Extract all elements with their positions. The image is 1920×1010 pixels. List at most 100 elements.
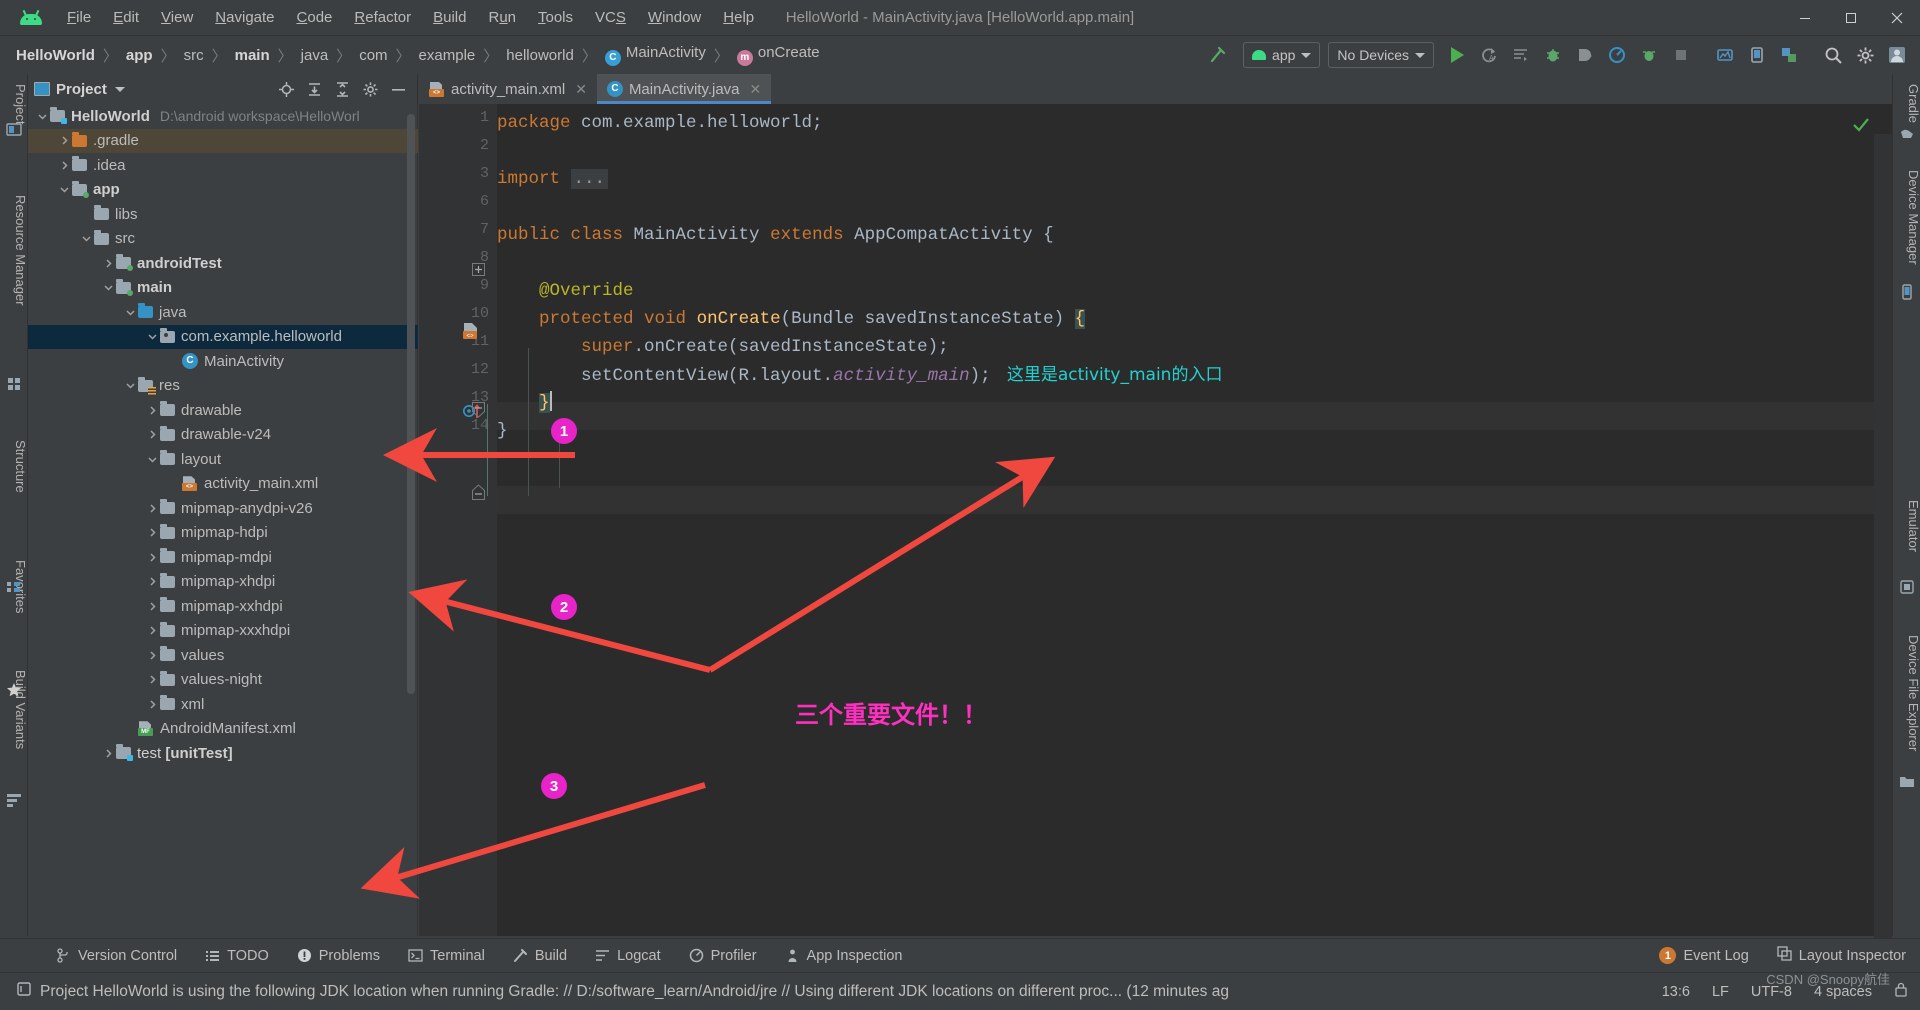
- breadcrumb-item-example[interactable]: example: [415, 45, 480, 66]
- collapse-all-icon[interactable]: [329, 77, 355, 101]
- project-tree-scrollbar[interactable]: [407, 114, 415, 694]
- tree-node-androidtest[interactable]: androidTest: [28, 251, 418, 276]
- chevron-right-icon[interactable]: [144, 623, 160, 639]
- menu-item-help[interactable]: Help: [712, 5, 765, 30]
- search-icon[interactable]: [1818, 41, 1848, 69]
- code-editor[interactable]: 1 2 3 6 7 8 9 10 11 12 13 14 <> package …: [419, 104, 1892, 966]
- lock-icon[interactable]: [1894, 982, 1908, 1001]
- fold-collapse-top-icon[interactable]: [472, 402, 485, 423]
- chevron-right-icon[interactable]: [100, 745, 116, 761]
- chevron-down-icon[interactable]: [122, 304, 138, 320]
- breadcrumb-item-mainactivity[interactable]: C MainActivity: [601, 42, 710, 68]
- debug-icon[interactable]: [1538, 41, 1568, 69]
- bottom-item-event-log[interactable]: 1 Event Log: [1645, 943, 1762, 968]
- inspection-ok-icon[interactable]: [1852, 116, 1870, 139]
- tool-tab-resource-manager[interactable]: Resource Manager: [0, 189, 28, 312]
- xml-layout-gutter-icon[interactable]: <>: [463, 323, 478, 344]
- apply-code-changes-icon[interactable]: [1506, 41, 1536, 69]
- close-button[interactable]: [1874, 0, 1920, 36]
- close-icon[interactable]: ✕: [575, 81, 587, 98]
- menu-item-edit[interactable]: Edit: [102, 5, 150, 30]
- menu-item-build[interactable]: Build: [422, 5, 477, 30]
- menu-item-run[interactable]: Run: [477, 5, 527, 30]
- tree-node-mipmap-xxhdpi[interactable]: mipmap-xxhdpi: [28, 594, 418, 619]
- layout-inspector-icon[interactable]: [1774, 41, 1804, 69]
- settings-gear-icon[interactable]: [1850, 41, 1880, 69]
- tool-tab-build-variants[interactable]: Build Variants: [0, 664, 28, 755]
- bottom-item-terminal[interactable]: Terminal: [394, 944, 499, 968]
- breadcrumb-item-helloworld[interactable]: helloworld: [502, 45, 578, 66]
- tree-node-activity-main.xml[interactable]: <> activity_main.xml: [28, 472, 418, 497]
- tree-node-res[interactable]: res: [28, 374, 418, 399]
- tree-node-mainactivity[interactable]: C MainActivity: [28, 349, 418, 374]
- tree-node-java[interactable]: java: [28, 300, 418, 325]
- tree-node-mipmap-anydpi-v26[interactable]: mipmap-anydpi-v26: [28, 496, 418, 521]
- bottom-item-problems[interactable]: Problems: [283, 944, 394, 968]
- chevron-right-icon[interactable]: [144, 500, 160, 516]
- settings-gear-icon[interactable]: [357, 77, 383, 101]
- menu-item-view[interactable]: View: [150, 5, 204, 30]
- bottom-item-todo[interactable]: TODO: [191, 944, 283, 968]
- close-icon[interactable]: ✕: [750, 81, 762, 98]
- breadcrumb-item-com[interactable]: com: [355, 45, 391, 66]
- tree-node-mipmap-xhdpi[interactable]: mipmap-xhdpi: [28, 570, 418, 595]
- chevron-down-icon[interactable]: [122, 378, 138, 394]
- chevron-right-icon[interactable]: [144, 525, 160, 541]
- chevron-right-icon[interactable]: [144, 598, 160, 614]
- tree-node-drawable-v24[interactable]: drawable-v24: [28, 423, 418, 448]
- tree-node-values[interactable]: values: [28, 643, 418, 668]
- menu-item-tools[interactable]: Tools: [527, 5, 584, 30]
- avd-manager-icon[interactable]: [1634, 41, 1664, 69]
- tree-node-xml[interactable]: xml: [28, 692, 418, 717]
- tree-node-test-unittest-[interactable]: test [unitTest]: [28, 741, 418, 766]
- tool-tab-emulator[interactable]: Emulator: [1893, 494, 1920, 558]
- breadcrumb-item-app[interactable]: app: [122, 45, 157, 66]
- folded-imports-placeholder[interactable]: ...: [570, 169, 609, 189]
- bottom-item-build[interactable]: Build: [499, 944, 581, 968]
- chevron-down-icon[interactable]: [78, 231, 94, 247]
- chevron-down-icon[interactable]: [56, 182, 72, 198]
- hide-panel-icon[interactable]: [385, 77, 411, 101]
- fold-plus-icon[interactable]: [472, 263, 485, 281]
- attach-debugger-icon[interactable]: [1570, 41, 1600, 69]
- chevron-right-icon[interactable]: [144, 696, 160, 712]
- apply-changes-icon[interactable]: A: [1474, 41, 1504, 69]
- chevron-right-icon[interactable]: [144, 427, 160, 443]
- bottom-item-version-control[interactable]: Version Control: [42, 944, 191, 968]
- breadcrumb-item-java[interactable]: java: [297, 45, 333, 66]
- tree-node-mipmap-mdpi[interactable]: mipmap-mdpi: [28, 545, 418, 570]
- editor-tab-mainactivity-java[interactable]: C MainActivity.java ✕: [596, 74, 772, 104]
- breadcrumb-item-main[interactable]: main: [231, 45, 274, 66]
- tool-tab-gradle[interactable]: Gradle: [1893, 78, 1920, 129]
- build-hammer-icon[interactable]: [1203, 41, 1233, 69]
- user-avatar-icon[interactable]: [1882, 41, 1912, 69]
- chevron-down-icon[interactable]: [114, 86, 125, 92]
- code-text[interactable]: package com.example.helloworld; import ..…: [497, 104, 1892, 936]
- caret-position[interactable]: 13:6: [1662, 984, 1690, 1000]
- breadcrumb-item-oncreate[interactable]: m onCreate: [733, 42, 824, 68]
- tool-tab-device-manager[interactable]: Device Manager: [1893, 164, 1920, 271]
- editor-tab-activity-main-xml[interactable]: <> activity_main.xml ✕: [419, 74, 597, 104]
- chevron-down-icon[interactable]: [144, 451, 160, 467]
- stop-icon[interactable]: [1666, 41, 1696, 69]
- maximize-button[interactable]: [1828, 0, 1874, 36]
- menu-item-vcs[interactable]: VCS: [584, 5, 637, 30]
- tree-node-androidmanifest.xml[interactable]: MF AndroidManifest.xml: [28, 717, 418, 742]
- chevron-down-icon[interactable]: [34, 108, 50, 124]
- bottom-item-profiler[interactable]: Profiler: [675, 944, 771, 968]
- menu-item-file[interactable]: File: [56, 5, 102, 30]
- fold-collapse-bottom-icon[interactable]: [472, 484, 485, 505]
- chevron-right-icon[interactable]: [56, 157, 72, 173]
- locate-icon[interactable]: [273, 77, 299, 101]
- bottom-item-logcat[interactable]: Logcat: [581, 944, 675, 968]
- chevron-down-icon[interactable]: [144, 329, 160, 345]
- chevron-right-icon[interactable]: [144, 647, 160, 663]
- tree-node-.gradle[interactable]: .gradle: [28, 128, 418, 153]
- tree-node-.idea[interactable]: .idea: [28, 153, 418, 178]
- device-manager-icon[interactable]: [1742, 41, 1772, 69]
- tree-node-helloworld[interactable]: HelloWorld D:\android workspace\HelloWorl: [28, 104, 418, 129]
- tree-node-main[interactable]: main: [28, 276, 418, 301]
- tree-node-libs[interactable]: libs: [28, 202, 418, 227]
- bottom-item-app-inspection[interactable]: App Inspection: [771, 944, 917, 968]
- breadcrumb-item-src[interactable]: src: [180, 45, 208, 66]
